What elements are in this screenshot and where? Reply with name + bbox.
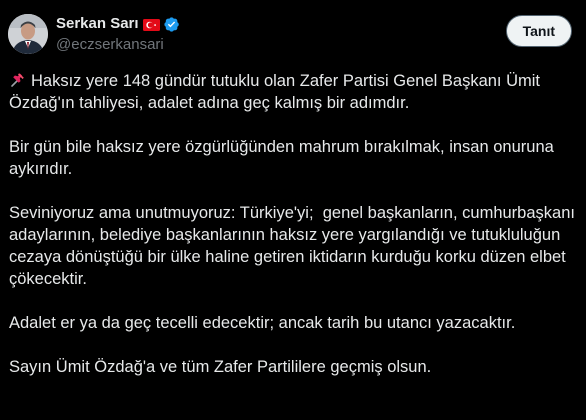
tweet-paragraph-1: Haksız yere 148 gündür tutuklu olan Zafe… (9, 70, 575, 114)
tweet-paragraph-5: Sayın Ümit Özdağ'a ve tüm Zafer Partilil… (9, 358, 432, 376)
turkey-flag-icon (142, 18, 160, 31)
avatar[interactable] (8, 14, 48, 54)
pushpin-icon (9, 71, 27, 89)
avatar-portrait-icon (8, 14, 48, 54)
tweet-paragraph-2: Bir gün bile haksız yere özgürlüğünden m… (9, 138, 554, 178)
tweet-paragraph-text: Haksız yere 148 gündür tutuklu olan Zafe… (9, 72, 540, 112)
tweet-text: Haksız yere 148 gündür tutuklu olan Zafe… (9, 70, 575, 378)
tweet-paragraph-3: Seviniyoruz ama unutmuyoruz: Türkiye'yi;… (9, 204, 580, 288)
tweet-paragraph-4: Adalet er ya da geç tecelli edecektir; a… (9, 314, 516, 332)
tweet-card: Serkan Sarı @eczserkansari Tanıt Haksız … (0, 0, 586, 420)
author-handle[interactable]: @eczserkansari (56, 35, 180, 55)
verified-badge-icon[interactable] (163, 16, 180, 33)
display-name[interactable]: Serkan Sarı (56, 14, 139, 34)
follow-button[interactable]: Tanıt (505, 15, 572, 47)
author-info: Serkan Sarı @eczserkansari (56, 14, 180, 55)
tweet-header: Serkan Sarı @eczserkansari Tanıt (8, 12, 578, 60)
name-row: Serkan Sarı (56, 14, 180, 34)
